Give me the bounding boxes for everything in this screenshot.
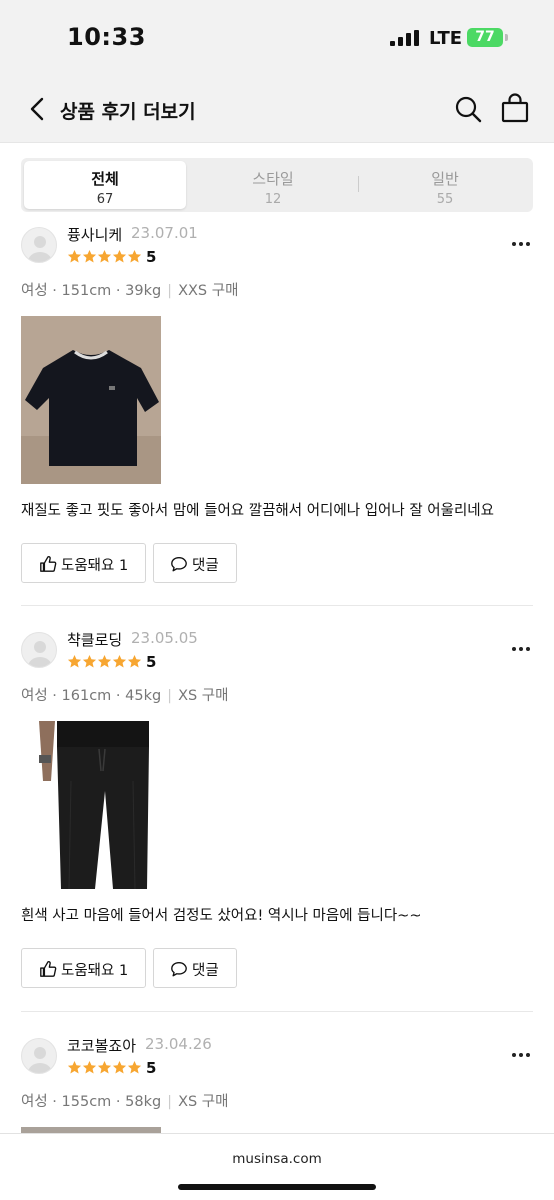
meta-body: 155cm · 58kg [61, 1094, 162, 1110]
battery-icon: 77 [467, 28, 503, 47]
status-bar: 10:33 LTE 77 [0, 0, 554, 75]
star-icon [82, 249, 97, 263]
search-icon[interactable] [454, 95, 482, 123]
star-icon [82, 654, 97, 668]
tab-general[interactable]: 일반 55 [361, 161, 529, 209]
more-dots-icon[interactable] [511, 241, 531, 247]
reviewer-meta: 여성 · 155cm · 58kg | XS 구매 [21, 1094, 229, 1110]
tab-label: 일반 [431, 170, 459, 188]
home-indicator[interactable] [178, 1184, 376, 1190]
tab-all[interactable]: 전체 67 [24, 161, 186, 209]
tab-count: 12 [264, 192, 282, 207]
review-text: 재질도 좋고 핏도 좋아서 맘에 들어요 깔끔해서 어디에나 입어나 잘 어울리… [21, 503, 494, 519]
network-type: LTE [429, 28, 463, 49]
shopping-bag-icon[interactable] [500, 93, 530, 123]
tab-count: 55 [436, 192, 454, 207]
comment-button[interactable]: 댓글 [153, 543, 237, 583]
rating-score: 5 [146, 247, 157, 266]
rating-score: 5 [146, 652, 157, 671]
star-icon [82, 1060, 97, 1074]
star-icon [97, 1060, 112, 1074]
meta-separator: | [167, 688, 173, 704]
review-item: 챡클로딩 23.05.05 5 여성 · 161cm · 45kg | XS 구매 … [0, 629, 554, 1011]
star-icon [67, 1060, 82, 1074]
thumbs-up-icon [40, 960, 57, 977]
review-item: 코코볼죠아 23.04.26 5 여성 · 155cm · 58kg | XS 구매 [0, 1037, 554, 1133]
meta-purchase: XS 구매 [178, 1094, 229, 1110]
reviewer-name: 코코볼죠아 [67, 1037, 137, 1055]
star-icon [127, 249, 142, 263]
comment-label: 댓글 [192, 963, 219, 979]
meta-purchase: XXS 구매 [178, 283, 239, 299]
reviewer-meta: 여성 · 151cm · 39kg | XXS 구매 [21, 283, 239, 299]
review-item: 퓽사니케 23.07.01 5 여성 · 151cm · 39kg | XXS 구매… [0, 224, 554, 606]
review-photo[interactable] [21, 721, 161, 889]
reviewer-name: 챡클로딩 [67, 631, 123, 649]
browser-bottom-bar: musinsa.com [0, 1133, 554, 1200]
speech-bubble-icon [171, 557, 187, 572]
tab-label: 전체 [91, 170, 119, 188]
meta-separator: | [167, 1094, 173, 1110]
review-date: 23.07.01 [131, 224, 198, 242]
review-date: 23.05.05 [131, 629, 198, 647]
meta-gender: 여성 [21, 1094, 48, 1110]
star-icon [97, 654, 112, 668]
comment-button[interactable]: 댓글 [153, 948, 237, 988]
rating-score: 5 [146, 1058, 157, 1077]
url-label[interactable]: musinsa.com [0, 1151, 554, 1167]
star-icon [112, 249, 127, 263]
reviewer-name: 퓽사니케 [67, 226, 123, 244]
star-icon [67, 249, 82, 263]
star-icon [127, 654, 142, 668]
meta-separator: | [167, 283, 173, 299]
meta-gender: 여성 [21, 283, 48, 299]
comment-label: 댓글 [192, 558, 219, 574]
page-header: 상품 후기 더보기 [0, 75, 554, 143]
meta-purchase: XS 구매 [178, 688, 229, 704]
tab-divider [358, 176, 359, 192]
review-divider [21, 605, 533, 606]
star-rating: 5 [67, 651, 156, 671]
tab-label: 스타일 [252, 170, 294, 188]
star-rating: 5 [67, 1057, 156, 1077]
avatar [21, 632, 57, 668]
battery-tip [505, 34, 508, 41]
chevron-left-icon[interactable] [26, 95, 50, 123]
star-icon [127, 1060, 142, 1074]
meta-body: 161cm · 45kg [61, 688, 162, 704]
thumbs-up-icon [40, 555, 57, 572]
status-time: 10:33 [67, 23, 146, 51]
more-dots-icon[interactable] [511, 646, 531, 652]
helpful-label: 도움돼요 1 [61, 558, 129, 574]
signal-icon [390, 30, 419, 46]
review-text: 흰색 사고 마음에 들어서 검정도 샀어요! 역시나 마음에 듭니다~~ [21, 908, 422, 924]
avatar [21, 227, 57, 263]
star-icon [112, 654, 127, 668]
helpful-button[interactable]: 도움돼요 1 [21, 543, 146, 583]
pants-photo [21, 721, 161, 889]
star-rating: 5 [67, 246, 156, 266]
review-date: 23.04.26 [145, 1037, 212, 1053]
review-tabs: 전체 67 스타일 12 일반 55 [21, 158, 533, 212]
review-photo[interactable] [21, 316, 161, 484]
helpful-label: 도움돼요 1 [61, 963, 129, 979]
speech-bubble-icon [171, 962, 187, 977]
helpful-button[interactable]: 도움돼요 1 [21, 948, 146, 988]
page-title: 상품 후기 더보기 [60, 101, 196, 123]
tab-count: 67 [96, 192, 114, 207]
star-icon [67, 654, 82, 668]
tshirt-photo [21, 316, 161, 484]
tab-style[interactable]: 스타일 12 [189, 161, 357, 209]
reviewer-meta: 여성 · 161cm · 45kg | XS 구매 [21, 688, 229, 704]
meta-gender: 여성 [21, 688, 48, 704]
more-dots-icon[interactable] [511, 1052, 531, 1058]
star-icon [97, 249, 112, 263]
star-icon [112, 1060, 127, 1074]
meta-body: 151cm · 39kg [61, 283, 162, 299]
avatar [21, 1038, 57, 1074]
review-divider [21, 1011, 533, 1012]
